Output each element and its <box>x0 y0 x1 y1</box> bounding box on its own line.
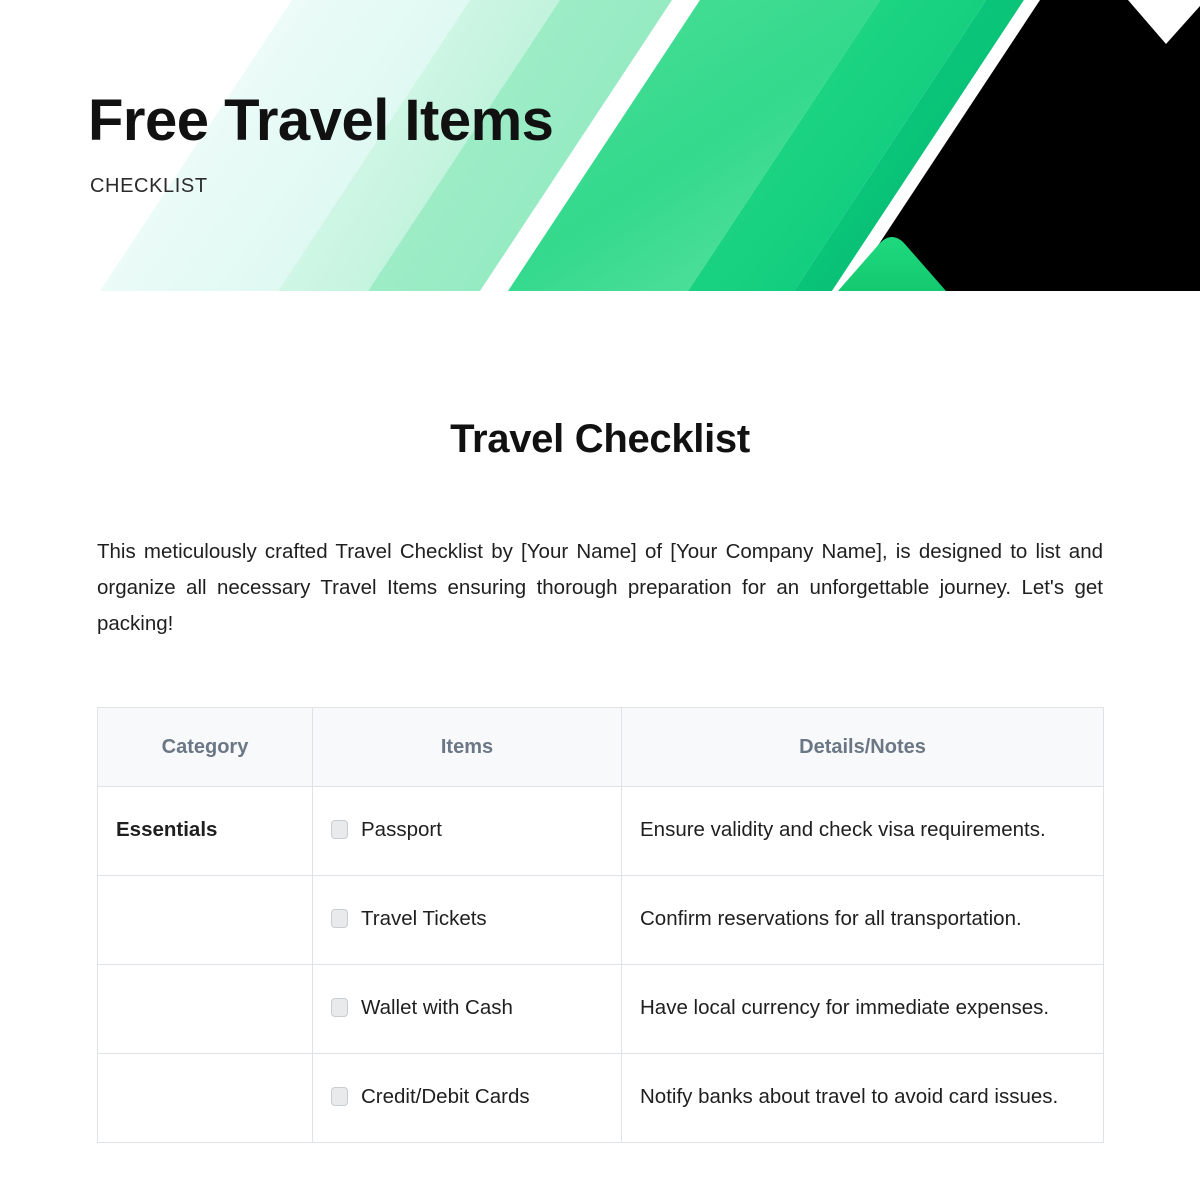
document-body: Travel Checklist This meticulously craft… <box>0 291 1200 1143</box>
checklist-table-wrap: Category Items Details/Notes Essentials … <box>97 707 1104 1143</box>
notes-cell: Have local currency for immediate expens… <box>621 964 1104 1054</box>
table-row: Wallet with Cash Have local currency for… <box>97 964 1104 1054</box>
table-header-row: Category Items Details/Notes <box>97 707 1104 787</box>
intro-paragraph: This meticulously crafted Travel Checkli… <box>97 540 1103 635</box>
column-header-category: Category <box>97 707 313 787</box>
notes-cell: Notify banks about travel to avoid card … <box>621 1053 1104 1143</box>
item-label: Travel Tickets <box>361 907 487 930</box>
checkbox-icon[interactable] <box>331 909 348 928</box>
brand-subtitle: CHECKLIST <box>90 175 208 197</box>
header-banner: Free Travel Items CHECKLIST <box>0 0 1200 291</box>
item-cell: Travel Tickets <box>312 875 622 965</box>
category-cell <box>97 964 313 1054</box>
checkbox-icon[interactable] <box>331 820 348 839</box>
category-cell <box>97 875 313 965</box>
page-title: Travel Checklist <box>450 417 750 461</box>
notes-cell: Ensure validity and check visa requireme… <box>621 786 1104 876</box>
checklist-table: Category Items Details/Notes Essentials … <box>97 707 1104 1143</box>
table-row: Travel Tickets Confirm reservations for … <box>97 875 1104 965</box>
item-cell: Credit/Debit Cards <box>312 1053 622 1143</box>
item-cell: Passport <box>312 786 622 876</box>
checkbox-icon[interactable] <box>331 998 348 1017</box>
column-header-details: Details/Notes <box>621 707 1104 787</box>
notes-cell: Confirm reservations for all transportat… <box>621 875 1104 965</box>
item-label: Passport <box>361 818 442 841</box>
column-header-items: Items <box>312 707 622 787</box>
item-label: Credit/Debit Cards <box>361 1085 530 1108</box>
table-row: Credit/Debit Cards Notify banks about tr… <box>97 1053 1104 1143</box>
category-cell: Essentials <box>97 786 313 876</box>
category-cell <box>97 1053 313 1143</box>
item-label: Wallet with Cash <box>361 996 513 1019</box>
checklist-table-body: Essentials Passport Ensure validity and … <box>97 786 1104 1143</box>
checkbox-icon[interactable] <box>331 1087 348 1106</box>
item-cell: Wallet with Cash <box>312 964 622 1054</box>
checklist-page: Free Travel Items CHECKLIST Travel Check… <box>0 0 1200 1198</box>
brand-title: Free Travel Items <box>88 88 554 153</box>
table-row: Essentials Passport Ensure validity and … <box>97 786 1104 876</box>
